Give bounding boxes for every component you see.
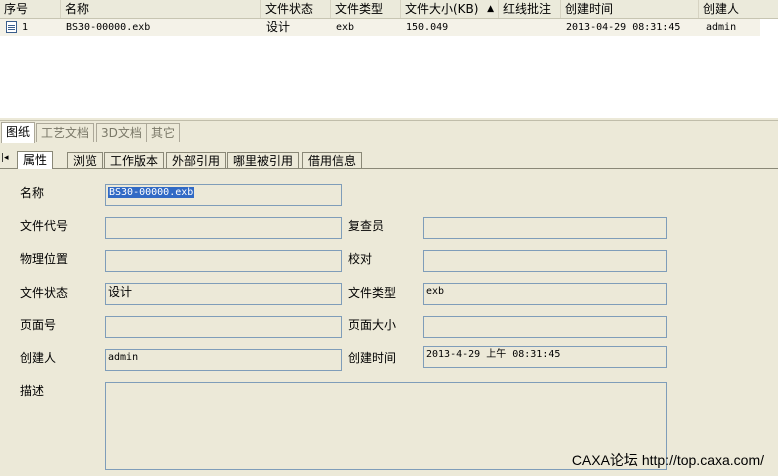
proof-field[interactable] — [423, 250, 667, 272]
column-header-status[interactable]: 文件状态 — [261, 0, 331, 18]
row-name: BS30-00000.exb — [66, 22, 151, 33]
row-type: exb — [336, 22, 355, 33]
tab-external-refs[interactable]: 外部引用 — [166, 152, 227, 168]
file-grid[interactable]: 序号 名称 文件状态 文件类型 文件大小(KB) ▲ 红线批注 创建时间 创建人… — [0, 0, 778, 118]
code-label: 文件代号 — [20, 219, 69, 233]
first-tab-icon[interactable]: |◂ — [1, 152, 11, 164]
row-creator: admin — [706, 22, 737, 33]
document-icon — [6, 21, 17, 33]
proof-label: 校对 — [348, 252, 373, 266]
tab-borrow-info[interactable]: 借用信息 — [302, 152, 363, 168]
creator-label: 创建人 — [20, 351, 57, 365]
row-size: 150.049 — [406, 22, 449, 33]
row-created: 2013-04-29 08:31:45 — [566, 22, 681, 33]
page-size-field[interactable] — [423, 316, 667, 338]
tab-other[interactable]: 其它 — [146, 123, 181, 142]
column-header-name[interactable]: 名称 — [61, 0, 261, 18]
row-status: 设计 — [266, 20, 291, 34]
location-field[interactable] — [105, 250, 342, 272]
tab-working-version[interactable]: 工作版本 — [104, 152, 165, 168]
type-label: 文件类型 — [348, 286, 397, 300]
row-index: 1 — [22, 22, 29, 33]
code-field[interactable] — [105, 217, 342, 239]
created-time-field[interactable]: 2013-4-29 上午 08:31:45 — [423, 346, 667, 368]
tab-where-used[interactable]: 哪里被引用 — [227, 152, 300, 168]
forum-watermark: CAXA论坛 http://top.caxa.com/ — [571, 452, 764, 468]
column-header-creator[interactable]: 创建人 — [699, 0, 778, 18]
category-tabs: 图纸 工艺文档 3D文档 其它 — [0, 120, 778, 143]
page-number-label: 页面号 — [20, 318, 57, 332]
detail-tabs: |◂ 属性 浏览 工作版本 外部引用 哪里被引用 借用信息 — [0, 150, 778, 169]
column-header-size-label: 文件大小(KB) — [405, 2, 479, 16]
page-number-field[interactable] — [105, 316, 342, 338]
name-label: 名称 — [20, 186, 45, 200]
type-field[interactable]: exb — [423, 283, 667, 305]
tab-3d-docs[interactable]: 3D文档 — [96, 123, 147, 142]
column-header-annotation[interactable]: 红线批注 — [499, 0, 561, 18]
reviewer-field[interactable] — [423, 217, 667, 239]
column-header-size[interactable]: 文件大小(KB) ▲ — [401, 0, 499, 18]
status-field[interactable]: 设计 — [105, 283, 342, 305]
status-label: 文件状态 — [20, 286, 69, 300]
page-size-label: 页面大小 — [348, 318, 397, 332]
description-label: 描述 — [20, 384, 45, 398]
table-row[interactable]: 1 BS30-00000.exb 设计 exb 150.049 2013-04-… — [0, 19, 760, 36]
tab-process-docs[interactable]: 工艺文档 — [36, 123, 95, 142]
column-header-index[interactable]: 序号 — [0, 0, 61, 18]
tab-properties[interactable]: 属性 — [17, 151, 54, 169]
column-header-type[interactable]: 文件类型 — [331, 0, 401, 18]
created-time-label: 创建时间 — [348, 351, 397, 365]
grid-header: 序号 名称 文件状态 文件类型 文件大小(KB) ▲ 红线批注 创建时间 创建人 — [0, 0, 778, 19]
tab-browse[interactable]: 浏览 — [67, 152, 104, 168]
tab-drawings[interactable]: 图纸 — [1, 122, 36, 143]
column-header-created[interactable]: 创建时间 — [561, 0, 699, 18]
sort-ascending-icon: ▲ — [487, 4, 494, 14]
creator-field[interactable]: admin — [105, 349, 342, 371]
location-label: 物理位置 — [20, 252, 69, 266]
reviewer-label: 复查员 — [348, 219, 385, 233]
name-field[interactable]: BS30-00000.exb — [105, 184, 342, 206]
name-field-value: BS30-00000.exb — [108, 187, 195, 198]
